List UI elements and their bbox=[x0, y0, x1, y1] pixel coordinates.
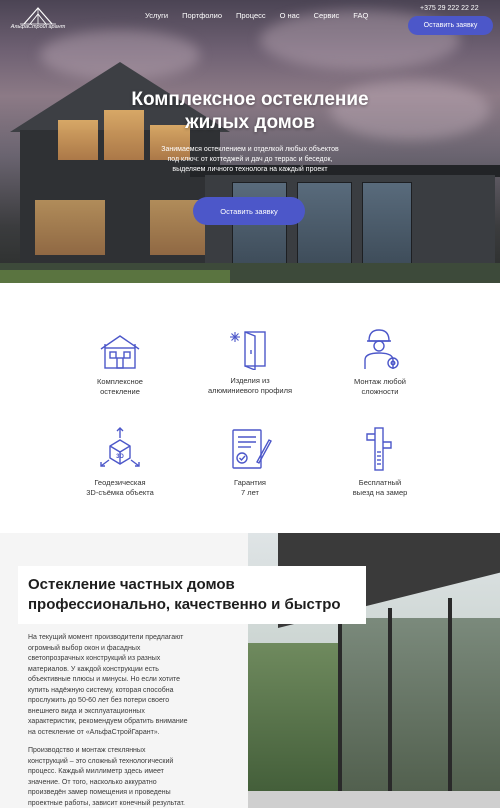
main-nav: Услуги Портфолио Процесс О нас Сервис FA… bbox=[145, 11, 368, 20]
glass-panel bbox=[297, 182, 352, 272]
service-label: Монтаж любой сложности bbox=[315, 377, 445, 397]
certificate-icon bbox=[232, 429, 272, 469]
service-label-line: Бесплатный bbox=[358, 478, 402, 487]
hero-request-button[interactable]: Оставить заявку bbox=[193, 197, 305, 225]
service-label: Гарантия 7 лет bbox=[185, 478, 315, 498]
service-label: Комплексное остекление bbox=[55, 377, 185, 397]
paragraph-line: светопрозрачных конструкций из разных bbox=[28, 655, 161, 662]
hero-subtitle-line: под ключ: от коттеджей и дач до террас и… bbox=[167, 156, 333, 163]
svg-text:3D: 3D bbox=[116, 454, 124, 460]
hero-section: АльфаСтройГарант Услуги Портфолио Процес… bbox=[0, 0, 500, 283]
service-label-line: остекление bbox=[100, 387, 140, 396]
service-label-line: Комплексное bbox=[97, 377, 143, 386]
trees bbox=[248, 643, 343, 808]
header-request-button[interactable]: Оставить заявку bbox=[408, 16, 493, 35]
private-houses-section: Остекление частных домов профессионально… bbox=[0, 533, 500, 808]
aluminum-door-icon bbox=[230, 331, 266, 370]
caliper-icon bbox=[366, 427, 392, 471]
mullion bbox=[338, 618, 342, 808]
hero-subtitle-line: Занимаемся остеклением и отделкой любых … bbox=[161, 146, 339, 153]
glass-facade bbox=[338, 618, 500, 808]
mullion bbox=[388, 608, 392, 808]
service-item-aluminum: Изделия из алюминиевого профиля bbox=[185, 328, 315, 396]
service-label-line: 3D-съёмка объекта bbox=[86, 488, 154, 497]
hero-title-line: Комплексное остекление bbox=[131, 89, 369, 110]
paragraph-line: произведён замер помещения и проведены bbox=[28, 789, 171, 796]
lawn bbox=[0, 270, 230, 283]
service-item-warranty: Гарантия 7 лет bbox=[185, 426, 315, 498]
mullion bbox=[448, 598, 452, 808]
nav-item-faq[interactable]: FAQ bbox=[353, 11, 368, 20]
phone-link[interactable]: +375 29 222 22 22 bbox=[420, 5, 479, 12]
paragraph-line: Производство и монтаж стеклянных bbox=[28, 747, 146, 754]
paragraph-line: проектные работы, зависит конечный резул… bbox=[28, 799, 186, 807]
service-label: Геодезическая 3D-съёмка объекта bbox=[55, 478, 185, 498]
installer-icon bbox=[364, 329, 399, 369]
hero-subtitle: Занимаемся остеклением и отделкой любых … bbox=[135, 145, 365, 175]
service-label-line: Изделия из bbox=[230, 376, 270, 385]
service-label: Изделия из алюминиевого профиля bbox=[185, 376, 315, 396]
service-label-line: сложности bbox=[361, 387, 399, 396]
service-item-3d-survey: 3D Геодезическая 3D-съёмка объекта bbox=[55, 426, 185, 498]
house-icon bbox=[100, 335, 140, 369]
glass-panel bbox=[362, 182, 412, 272]
nav-item-process[interactable]: Процесс bbox=[236, 11, 266, 20]
service-label-line: Гарантия bbox=[234, 478, 266, 487]
service-label-line: выезд на замер bbox=[352, 488, 408, 497]
nav-item-service[interactable]: Сервис bbox=[314, 11, 340, 20]
hero-title-line: жилых домов bbox=[185, 112, 315, 133]
house-window bbox=[58, 120, 98, 160]
section-title-box: Остекление частных домов профессионально… bbox=[18, 566, 366, 624]
section-paragraph-2: Производство и монтаж стеклянных констру… bbox=[28, 746, 238, 808]
service-label-line: 7 лет bbox=[241, 488, 259, 497]
paragraph-line: объективные плюсы и минусы. Но если хоти… bbox=[28, 676, 181, 683]
paragraph-line: купить надёжную систему, которая способн… bbox=[28, 686, 174, 694]
glass-panel bbox=[232, 182, 287, 272]
cube-3d-icon: 3D bbox=[100, 427, 140, 467]
paragraph-line: характеристик, рекомендуем обратить вним… bbox=[28, 718, 188, 725]
nav-item-portfolio[interactable]: Портфолио bbox=[182, 11, 222, 20]
paragraph-line: на остекление от «АльфаСтройГарант». bbox=[28, 728, 160, 736]
service-label-line: Монтаж любой bbox=[354, 377, 406, 386]
nav-item-services[interactable]: Услуги bbox=[145, 11, 168, 20]
service-label: Бесплатный выезд на замер bbox=[315, 478, 445, 498]
paragraph-line: конструкций – это сложный технологически… bbox=[28, 757, 174, 765]
services-section: Комплексное остекление Изделия из алюмин… bbox=[0, 283, 500, 533]
nav-item-about[interactable]: О нас bbox=[280, 11, 300, 20]
paragraph-line: огромный выбор окон и фасадных bbox=[28, 644, 141, 652]
paragraph-line: внешнего вида и эксплуатационных bbox=[28, 707, 145, 715]
service-label-line: алюминиевого профиля bbox=[207, 386, 293, 395]
paragraph-line: На текущий момент производители предлага… bbox=[28, 634, 184, 641]
section-title: Остекление частных домов профессионально… bbox=[28, 575, 356, 615]
paragraph-line: материалов. У каждой конструкции есть bbox=[28, 665, 159, 673]
section-paragraph-1: На текущий момент производители предлага… bbox=[28, 633, 238, 738]
service-label-line: Геодезическая bbox=[94, 478, 146, 487]
section-title-line: профессионально, качественно и быстро bbox=[28, 596, 341, 613]
hero-subtitle-line: выделяем личного технолога на каждый про… bbox=[172, 166, 328, 173]
section-title-line: Остекление частных домов bbox=[28, 576, 235, 593]
service-item-measurement: Бесплатный выезд на замер bbox=[315, 426, 445, 498]
logo-text: АльфаСтройГарант bbox=[10, 24, 66, 30]
paragraph-line: прослужить до 50-60 лет без потери своег… bbox=[28, 697, 170, 704]
hero-title: Комплексное остекление жилых домов bbox=[95, 88, 405, 134]
service-item-installation: Монтаж любой сложности bbox=[315, 327, 445, 397]
paragraph-line: значение. От того, насколько аккуратно bbox=[28, 778, 157, 786]
terrace-floor bbox=[248, 791, 500, 808]
paragraph-line: процесс. Каждый миллиметр здесь имеет bbox=[28, 768, 164, 775]
house-window bbox=[35, 200, 105, 255]
service-item-complex-glazing: Комплексное остекление bbox=[55, 333, 185, 397]
